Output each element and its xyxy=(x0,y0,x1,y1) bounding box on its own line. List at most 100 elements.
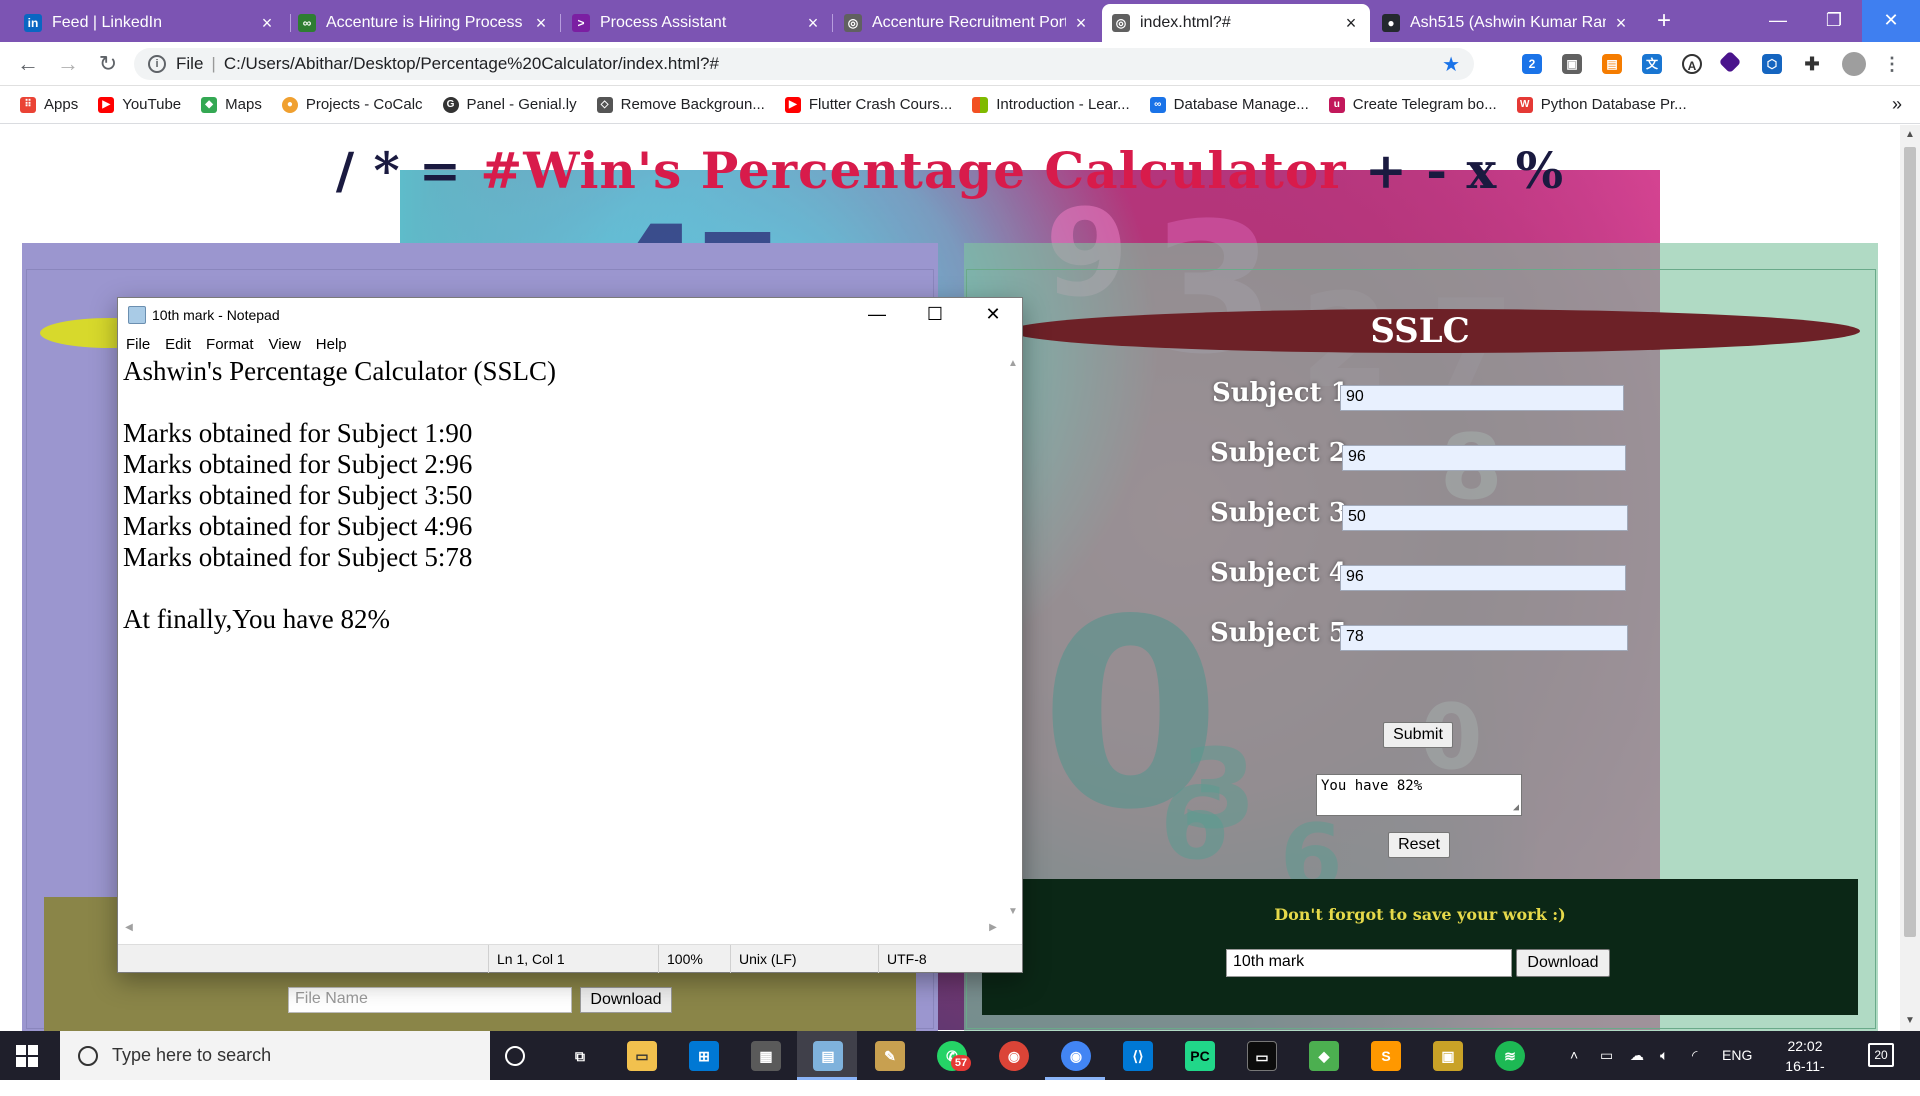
download-button[interactable]: Download xyxy=(1516,949,1610,977)
sublime-icon[interactable]: S xyxy=(1371,1041,1401,1071)
bookmark-telegram[interactable]: u Create Telegram bo... xyxy=(1328,96,1497,113)
menu-help[interactable]: Help xyxy=(316,336,347,353)
close-icon[interactable]: × xyxy=(1072,13,1090,34)
language-indicator[interactable]: ENG xyxy=(1722,1031,1752,1080)
more-menu-icon[interactable]: ⋮ xyxy=(1882,54,1902,74)
close-icon[interactable]: × xyxy=(258,13,276,34)
resize-grip-icon[interactable]: ◢ xyxy=(1513,802,1519,813)
result-textarea[interactable]: You have 82% ◢ xyxy=(1316,774,1522,816)
bookmark-microsoft-learn[interactable]: Introduction - Lear... xyxy=(972,96,1130,113)
minimize-icon[interactable]: — xyxy=(1750,0,1806,42)
file-name-input[interactable]: 10th mark xyxy=(1226,949,1512,977)
terminal-icon[interactable]: ▭ xyxy=(1247,1041,1277,1071)
extensions-puzzle-icon[interactable]: ✚ xyxy=(1802,54,1822,74)
tab-accenture-portal[interactable]: ◎ Accenture Recruitment Porta × xyxy=(834,4,1100,42)
bookmarks-overflow-icon[interactable]: » xyxy=(1892,94,1902,115)
subject-2-input[interactable]: 96 xyxy=(1342,445,1626,471)
bookmark-python-db[interactable]: W Python Database Pr... xyxy=(1516,96,1687,113)
tab-index-html[interactable]: ◎ index.html?# × xyxy=(1102,4,1370,42)
close-icon[interactable]: × xyxy=(532,13,550,34)
scroll-down-icon[interactable]: ▼ xyxy=(1900,1015,1920,1026)
bookmark-cocalc[interactable]: ● Projects - CoCalc xyxy=(281,96,423,113)
restore-icon[interactable]: ❐ xyxy=(1806,0,1862,42)
left-file-name-input[interactable]: File Name xyxy=(288,987,572,1013)
menu-format[interactable]: Format xyxy=(206,336,254,353)
extension-a-icon[interactable]: A xyxy=(1682,54,1702,74)
tray-overflow-icon[interactable]: ˄ xyxy=(1570,1031,1578,1080)
scroll-up-icon[interactable]: ▲ xyxy=(1900,129,1920,140)
notepad-minimize-icon[interactable]: — xyxy=(848,298,906,332)
left-download-button[interactable]: Download xyxy=(580,987,672,1013)
bookmark-maps[interactable]: ◆ Maps xyxy=(201,96,262,113)
extension-diamond-icon[interactable] xyxy=(1718,50,1742,74)
calculator-icon[interactable]: ▦ xyxy=(751,1041,781,1071)
forward-icon[interactable]: → xyxy=(54,50,82,78)
git-kraken-icon[interactable]: ◆ xyxy=(1309,1041,1339,1071)
reload-icon[interactable]: ↻ xyxy=(94,50,122,78)
page-scrollbar[interactable]: ▲ ▼ xyxy=(1900,125,1920,1031)
notepad-horizontal-scrollbar[interactable]: ◀ ▶ xyxy=(118,922,1004,940)
notepad-vertical-scrollbar[interactable]: ▲ ▼ xyxy=(1004,356,1022,922)
scroll-left-icon[interactable]: ◀ xyxy=(120,922,138,933)
extension-office-icon[interactable]: ▤ xyxy=(1602,54,1622,74)
profile-avatar[interactable] xyxy=(1842,52,1866,76)
close-icon[interactable]: × xyxy=(804,13,822,34)
new-tab-button[interactable]: + xyxy=(1650,8,1678,36)
subject-4-input[interactable]: 96 xyxy=(1340,565,1626,591)
spotify-icon[interactable]: ≋ xyxy=(1495,1041,1525,1071)
menu-file[interactable]: File xyxy=(126,336,150,353)
onedrive-icon[interactable]: ☁ xyxy=(1630,1031,1644,1080)
store-icon[interactable]: ⊞ xyxy=(689,1041,719,1071)
notification-center-icon[interactable]: 20 xyxy=(1868,1043,1894,1067)
tab-process-assistant[interactable]: > Process Assistant × xyxy=(562,4,832,42)
vscode-icon[interactable]: ⟨⟩ xyxy=(1123,1041,1153,1071)
notepad-icon[interactable]: ▤ xyxy=(813,1041,843,1071)
file-explorer-icon[interactable]: ▭ xyxy=(627,1041,657,1071)
submit-button[interactable]: Submit xyxy=(1383,722,1453,748)
bookmark-youtube[interactable]: ▶ YouTube xyxy=(98,96,181,113)
bookmark-database[interactable]: ∞ Database Manage... xyxy=(1149,96,1309,113)
scroll-right-icon[interactable]: ▶ xyxy=(984,922,1002,933)
cortana-icon[interactable] xyxy=(505,1046,525,1066)
url-text[interactable]: C:/Users/Abithar/Desktop/Percentage%20Ca… xyxy=(224,54,719,74)
bookmark-genially[interactable]: G Panel - Genial.ly xyxy=(442,96,577,113)
chrome-canary-icon[interactable]: ◉ xyxy=(999,1041,1029,1071)
wifi-icon[interactable]: ◜ xyxy=(1692,1031,1697,1080)
address-bar[interactable]: i File | C:/Users/Abithar/Desktop/Percen… xyxy=(134,48,1474,80)
subject-5-input[interactable]: 78 xyxy=(1340,625,1628,651)
menu-edit[interactable]: Edit xyxy=(165,336,191,353)
bookmark-apps[interactable]: ⠿ Apps xyxy=(20,96,78,113)
scroll-down-icon[interactable]: ▼ xyxy=(1004,906,1022,917)
system-clock[interactable]: 22:02 16-11-2020 xyxy=(1770,1036,1840,1096)
extension-printer-icon[interactable]: ▣ xyxy=(1562,54,1582,74)
window-close-icon[interactable]: ✕ xyxy=(1862,0,1920,42)
taskbar-search[interactable]: Type here to search xyxy=(60,1031,490,1080)
battery-icon[interactable]: ▭ xyxy=(1600,1031,1613,1080)
close-icon[interactable]: × xyxy=(1342,13,1360,34)
scroll-thumb[interactable] xyxy=(1904,147,1916,937)
chrome-icon[interactable]: ◉ xyxy=(1061,1041,1091,1071)
tab-github[interactable]: ● Ash515 (Ashwin Kumar Rama × xyxy=(1372,4,1640,42)
extension-translate-icon[interactable]: 文 xyxy=(1642,54,1662,74)
volume-icon[interactable]: 🔈︎ xyxy=(1660,1031,1668,1080)
notepad-maximize-icon[interactable]: ☐ xyxy=(906,298,964,332)
task-view-icon[interactable]: ⧉ xyxy=(565,1041,595,1071)
subject-1-input[interactable]: 90 xyxy=(1340,385,1624,411)
package-icon[interactable]: ▣ xyxy=(1433,1041,1463,1071)
tab-linkedin[interactable]: in Feed | LinkedIn × xyxy=(14,4,286,42)
reset-button[interactable]: Reset xyxy=(1388,832,1450,858)
bookmark-star-icon[interactable]: ★ xyxy=(1442,52,1460,77)
notepad-text-area[interactable]: Ashwin's Percentage Calculator (SSLC) Ma… xyxy=(118,356,1004,922)
windows-start-icon[interactable] xyxy=(16,1045,38,1067)
bookmark-remove-bg[interactable]: ◇ Remove Backgroun... xyxy=(596,96,765,113)
paint-icon[interactable]: ✎ xyxy=(875,1041,905,1071)
extension-counter-icon[interactable]: 2 xyxy=(1522,54,1542,74)
pycharm-icon[interactable]: PC xyxy=(1185,1041,1215,1071)
scroll-up-icon[interactable]: ▲ xyxy=(1004,358,1022,369)
back-icon[interactable]: ← xyxy=(14,50,42,78)
subject-3-input[interactable]: 50 xyxy=(1342,505,1628,531)
bookmark-flutter[interactable]: ▶ Flutter Crash Cours... xyxy=(784,96,952,113)
menu-view[interactable]: View xyxy=(269,336,301,353)
info-icon[interactable]: i xyxy=(148,55,166,73)
notepad-close-icon[interactable]: ✕ xyxy=(964,298,1022,332)
